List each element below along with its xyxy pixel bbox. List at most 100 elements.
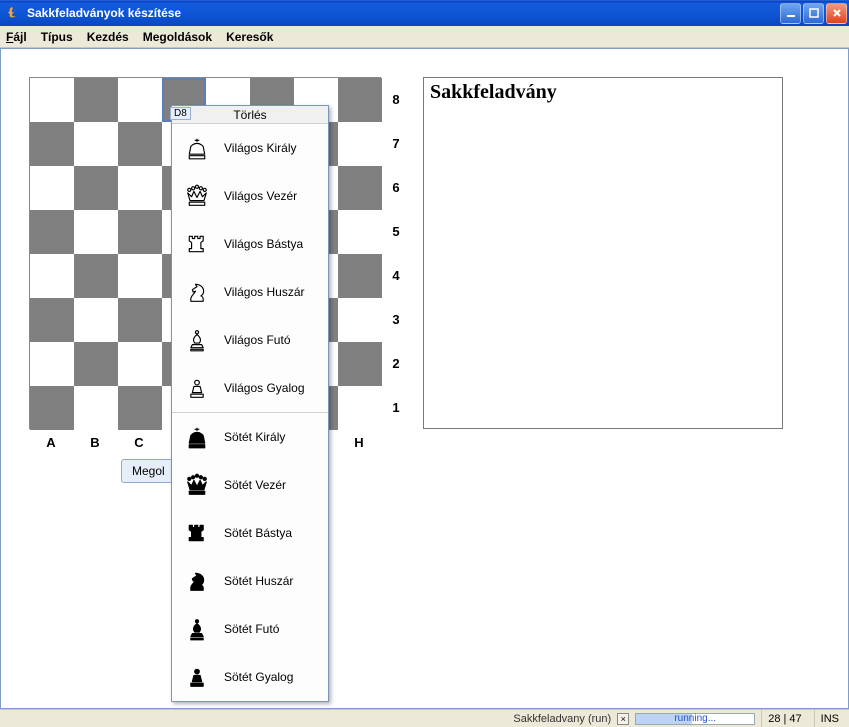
square-C3[interactable] bbox=[118, 298, 162, 342]
popup-item-label: Világos Vezér bbox=[224, 189, 297, 203]
java-app-icon bbox=[6, 5, 22, 21]
square-A5[interactable] bbox=[30, 210, 74, 254]
output-panel: Sakkfeladvány bbox=[423, 77, 783, 429]
menu-searchers[interactable]: Keresők bbox=[226, 30, 273, 44]
popup-item-bp[interactable]: Sötét Gyalog bbox=[172, 653, 328, 701]
popup-item-label: Világos Gyalog bbox=[224, 381, 305, 395]
square-C7[interactable] bbox=[118, 122, 162, 166]
menu-type[interactable]: Típus bbox=[41, 30, 73, 44]
rank-label: 7 bbox=[387, 121, 405, 165]
popup-item-label: Világos Király bbox=[224, 141, 296, 155]
status-stop-icon[interactable]: × bbox=[617, 713, 629, 725]
square-C6[interactable] bbox=[118, 166, 162, 210]
popup-item-label: Világos Huszár bbox=[224, 285, 304, 299]
popup-header[interactable]: D8 Törlés bbox=[172, 106, 328, 124]
square-A6[interactable] bbox=[30, 166, 74, 210]
square-A3[interactable] bbox=[30, 298, 74, 342]
square-B8[interactable] bbox=[74, 78, 118, 122]
black-pawn-icon bbox=[180, 660, 214, 694]
popup-item-label: Világos Futó bbox=[224, 333, 291, 347]
square-B3[interactable] bbox=[74, 298, 118, 342]
square-B7[interactable] bbox=[74, 122, 118, 166]
square-A8[interactable] bbox=[30, 78, 74, 122]
popup-item-bk[interactable]: Sötét Király bbox=[172, 413, 328, 461]
popup-item-label: Sötét Király bbox=[224, 430, 285, 444]
white-king-icon bbox=[180, 131, 214, 165]
insert-mode: INS bbox=[814, 710, 845, 727]
white-bishop-icon bbox=[180, 323, 214, 357]
window-title: Sakkfeladványok készítése bbox=[27, 6, 780, 20]
rank-label: 4 bbox=[387, 253, 405, 297]
square-H8[interactable] bbox=[338, 78, 382, 122]
square-H7[interactable] bbox=[338, 122, 382, 166]
minimize-button[interactable] bbox=[780, 3, 801, 24]
rank-label: 2 bbox=[387, 341, 405, 385]
popup-item-br[interactable]: Sötét Bástya bbox=[172, 509, 328, 557]
file-label: H bbox=[337, 435, 381, 450]
black-queen-icon bbox=[180, 468, 214, 502]
close-button[interactable] bbox=[826, 3, 847, 24]
popup-item-label: Sötét Futó bbox=[224, 622, 279, 636]
rank-label: 5 bbox=[387, 209, 405, 253]
popup-item-wb[interactable]: Világos Futó bbox=[172, 316, 328, 364]
titlebar: Sakkfeladványok készítése bbox=[0, 0, 849, 26]
square-A4[interactable] bbox=[30, 254, 74, 298]
file-label: B bbox=[73, 435, 117, 450]
solve-button[interactable]: Megol bbox=[121, 459, 176, 483]
rank-label: 1 bbox=[387, 385, 405, 429]
cursor-position: 28 | 47 bbox=[761, 710, 807, 727]
popup-square-badge: D8 bbox=[170, 107, 191, 120]
rank-labels: 87654321 bbox=[387, 77, 405, 429]
rank-label: 8 bbox=[387, 77, 405, 121]
rank-label: 3 bbox=[387, 297, 405, 341]
white-queen-icon bbox=[180, 179, 214, 213]
progress-bar: running... bbox=[635, 713, 755, 725]
square-C5[interactable] bbox=[118, 210, 162, 254]
black-knight-icon bbox=[180, 564, 214, 598]
menubar: Fájl Típus Kezdés Megoldások Keresők bbox=[0, 26, 849, 48]
square-C4[interactable] bbox=[118, 254, 162, 298]
square-B6[interactable] bbox=[74, 166, 118, 210]
popup-item-wk[interactable]: Világos Király bbox=[172, 124, 328, 172]
file-label: A bbox=[29, 435, 73, 450]
square-H6[interactable] bbox=[338, 166, 382, 210]
square-B5[interactable] bbox=[74, 210, 118, 254]
popup-item-wn[interactable]: Világos Huszár bbox=[172, 268, 328, 316]
file-label: C bbox=[117, 435, 161, 450]
popup-item-bn[interactable]: Sötét Huszár bbox=[172, 557, 328, 605]
square-B4[interactable] bbox=[74, 254, 118, 298]
popup-item-wp[interactable]: Világos Gyalog bbox=[172, 364, 328, 412]
square-A2[interactable] bbox=[30, 342, 74, 386]
square-A7[interactable] bbox=[30, 122, 74, 166]
square-B1[interactable] bbox=[74, 386, 118, 430]
popup-clear-label: Törlés bbox=[172, 108, 328, 122]
square-A1[interactable] bbox=[30, 386, 74, 430]
piece-popup: D8 Törlés Világos Király Világos Vezér Vil… bbox=[171, 105, 329, 702]
square-H2[interactable] bbox=[338, 342, 382, 386]
maximize-button[interactable] bbox=[803, 3, 824, 24]
popup-item-wq[interactable]: Világos Vezér bbox=[172, 172, 328, 220]
popup-item-label: Sötét Bástya bbox=[224, 526, 292, 540]
content-area: 87654321 ABCDEFGH Megol Sakkfeladvány D8… bbox=[0, 48, 849, 709]
square-H3[interactable] bbox=[338, 298, 382, 342]
menu-solutions[interactable]: Megoldások bbox=[143, 30, 212, 44]
square-B2[interactable] bbox=[74, 342, 118, 386]
menu-start[interactable]: Kezdés bbox=[87, 30, 129, 44]
square-C8[interactable] bbox=[118, 78, 162, 122]
popup-item-bb[interactable]: Sötét Futó bbox=[172, 605, 328, 653]
square-C2[interactable] bbox=[118, 342, 162, 386]
white-knight-icon bbox=[180, 275, 214, 309]
square-H1[interactable] bbox=[338, 386, 382, 430]
rank-label: 6 bbox=[387, 165, 405, 209]
square-H4[interactable] bbox=[338, 254, 382, 298]
popup-item-label: Sötét Gyalog bbox=[224, 670, 293, 684]
popup-item-bq[interactable]: Sötét Vezér bbox=[172, 461, 328, 509]
square-H5[interactable] bbox=[338, 210, 382, 254]
white-pawn-icon bbox=[180, 371, 214, 405]
popup-item-wr[interactable]: Világos Bástya bbox=[172, 220, 328, 268]
menu-file[interactable]: Fájl bbox=[6, 30, 27, 44]
statusbar: Sakkfeladvany (run) × running... 28 | 47… bbox=[0, 709, 849, 727]
square-C1[interactable] bbox=[118, 386, 162, 430]
popup-item-label: Sötét Vezér bbox=[224, 478, 286, 492]
black-bishop-icon bbox=[180, 612, 214, 646]
